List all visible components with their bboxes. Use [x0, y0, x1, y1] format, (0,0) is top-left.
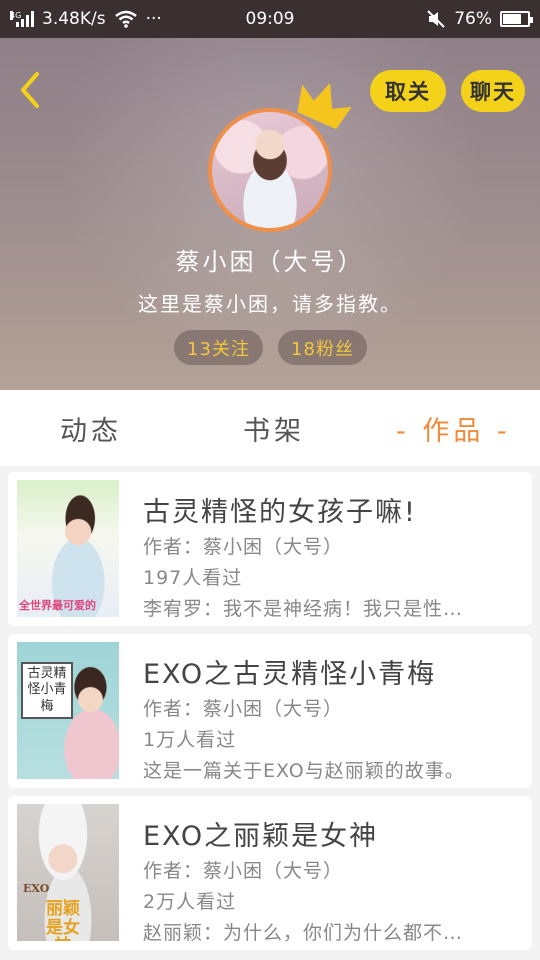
unfollow-button[interactable]: 取关 [370, 70, 446, 112]
tab-feed[interactable]: 动态 [60, 390, 122, 466]
cover-text-brand: EXO [23, 882, 50, 895]
crown-icon [297, 82, 352, 130]
followers-count[interactable]: 18粉丝 [278, 330, 367, 365]
network-type: 4G [10, 11, 22, 20]
book-author: 作者：蔡小困（大号） [143, 536, 344, 558]
book-description: 李宥罗：我不是神经病！我只是性… [143, 598, 464, 620]
cover-text: 古灵精怪小青梅 [21, 662, 73, 719]
book-cover[interactable]: 古灵精怪小青梅 [17, 642, 119, 779]
following-count[interactable]: 13关注 [174, 330, 263, 365]
more-indicator: ··· [145, 9, 162, 29]
profile-bio: 这里是蔡小困，请多指教。 [138, 292, 402, 316]
chat-button[interactable]: 聊天 [461, 70, 525, 112]
mute-icon [427, 10, 445, 28]
book-card[interactable]: 古灵精怪小青梅 EXO之古灵精怪小青梅 作者：蔡小困（大号） 1万人看过 这是一… [8, 634, 532, 788]
tab-bar: 动态 书架 - 作品 - [0, 390, 540, 466]
cover-text: 全世界最可爱的 [19, 599, 96, 612]
book-cover[interactable]: 全世界最可爱的 [17, 480, 119, 617]
wifi-icon [114, 10, 137, 28]
cover-text: 丽颖是女神 [46, 899, 80, 941]
status-bar: 4G 3.48K/s ··· 09:09 76% [0, 0, 540, 38]
book-views: 1万人看过 [143, 729, 237, 751]
book-description: 赵丽颖：为什么，你们为什么都不… [143, 922, 464, 944]
profile-name: 蔡小困（大号） [175, 248, 365, 276]
book-description: 这是一篇关于EXO与赵丽颖的故事。 [143, 760, 465, 782]
battery-icon [500, 11, 533, 27]
back-button[interactable] [10, 70, 50, 110]
signal-icon: 4G [10, 11, 34, 27]
chevron-left-icon [21, 72, 39, 108]
network-speed: 3.48K/s [42, 9, 106, 29]
book-card[interactable]: EXO 丽颖是女神 EXO之丽颖是女神 作者：蔡小困（大号） 2万人看过 赵丽颖… [8, 796, 532, 950]
book-views: 2万人看过 [143, 891, 237, 913]
book-title: 古灵精怪的女孩子嘛! [143, 497, 417, 528]
battery-percent: 76% [454, 9, 492, 29]
tab-works[interactable]: - 作品 - [396, 390, 511, 466]
book-author: 作者：蔡小困（大号） [143, 860, 344, 882]
book-card[interactable]: 全世界最可爱的 古灵精怪的女孩子嘛! 作者：蔡小困（大号） 197人看过 李宥罗… [8, 472, 532, 626]
avatar-wrap [208, 82, 352, 232]
book-title: EXO之古灵精怪小青梅 [143, 659, 437, 690]
book-author: 作者：蔡小困（大号） [143, 698, 344, 720]
status-left: 4G 3.48K/s ··· [10, 9, 162, 29]
profile-header: 取关 聊天 蔡小困（大号） 这里是蔡小困，请多指教。 13关注 18粉丝 [0, 38, 540, 390]
tab-bookshelf[interactable]: 书架 [243, 390, 305, 466]
status-right: 76% [426, 9, 533, 29]
book-cover[interactable]: EXO 丽颖是女神 [17, 804, 119, 941]
book-title: EXO之丽颖是女神 [143, 821, 379, 852]
book-views: 197人看过 [143, 567, 243, 589]
